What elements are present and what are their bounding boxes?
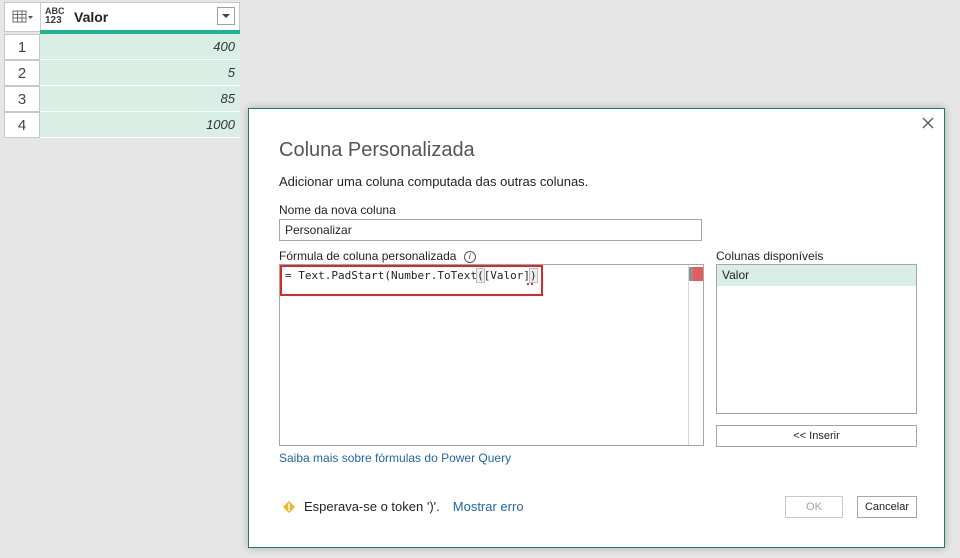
table-row[interactable]: 1 400	[4, 34, 240, 60]
column-name[interactable]: Valor	[74, 9, 108, 25]
column-filter-button[interactable]	[217, 7, 235, 25]
type-123-label: 123	[45, 15, 62, 26]
available-columns-list[interactable]: Valor	[716, 264, 917, 414]
formula-highlight-box	[280, 265, 543, 296]
learn-more-link[interactable]: Saiba mais sobre fórmulas do Power Query	[279, 451, 511, 465]
cell-value[interactable]: 85	[40, 86, 240, 112]
ok-button[interactable]: OK	[785, 496, 843, 518]
column-header: ABC 123 Valor	[4, 2, 240, 32]
error-marker	[689, 267, 703, 281]
column-name-label: Nome da nova coluna	[279, 203, 396, 217]
close-icon	[922, 117, 934, 129]
warning-icon	[283, 500, 295, 513]
show-error-link[interactable]: Mostrar erro	[453, 499, 524, 514]
info-icon[interactable]: i	[463, 250, 476, 263]
error-message: Esperava-se o token ')'.	[304, 499, 440, 514]
custom-column-dialog: Coluna Personalizada Adicionar uma colun…	[248, 108, 945, 548]
table-row[interactable]: 2 5	[4, 60, 240, 86]
column-type-icon[interactable]: ABC 123	[45, 6, 69, 26]
row-number[interactable]: 1	[4, 34, 40, 60]
cell-value[interactable]: 1000	[40, 112, 240, 138]
formula-editor[interactable]: = Text.PadStart(Number.ToText([Valor])	[279, 264, 704, 446]
cell-value[interactable]: 5	[40, 60, 240, 86]
error-row: Esperava-se o token ')'. Mostrar erro	[282, 499, 524, 514]
dialog-title: Coluna Personalizada	[279, 139, 475, 161]
cell-value[interactable]: 400	[40, 34, 240, 60]
insert-button[interactable]: << Inserir	[716, 425, 917, 447]
row-number[interactable]: 4	[4, 112, 40, 138]
table-row[interactable]: 4 1000	[4, 112, 240, 138]
chevron-down-icon	[222, 14, 230, 18]
list-item[interactable]: Valor	[717, 265, 916, 286]
table-icon	[12, 10, 33, 23]
row-number[interactable]: 3	[4, 86, 40, 112]
formula-label: Fórmula de coluna personalizada	[279, 249, 457, 263]
editor-scrollbar[interactable]	[688, 265, 703, 445]
available-columns-label: Colunas disponíveis	[716, 249, 824, 263]
dialog-description: Adicionar uma coluna computada das outra…	[279, 174, 589, 189]
table-row[interactable]: 3 85	[4, 86, 240, 112]
table-menu-button[interactable]	[5, 3, 41, 31]
close-button[interactable]	[920, 115, 936, 131]
row-number[interactable]: 2	[4, 60, 40, 86]
cancel-button[interactable]: Cancelar	[857, 496, 917, 518]
formula-label-row: Fórmula de coluna personalizada i	[279, 249, 476, 263]
column-name-input[interactable]	[279, 219, 702, 241]
